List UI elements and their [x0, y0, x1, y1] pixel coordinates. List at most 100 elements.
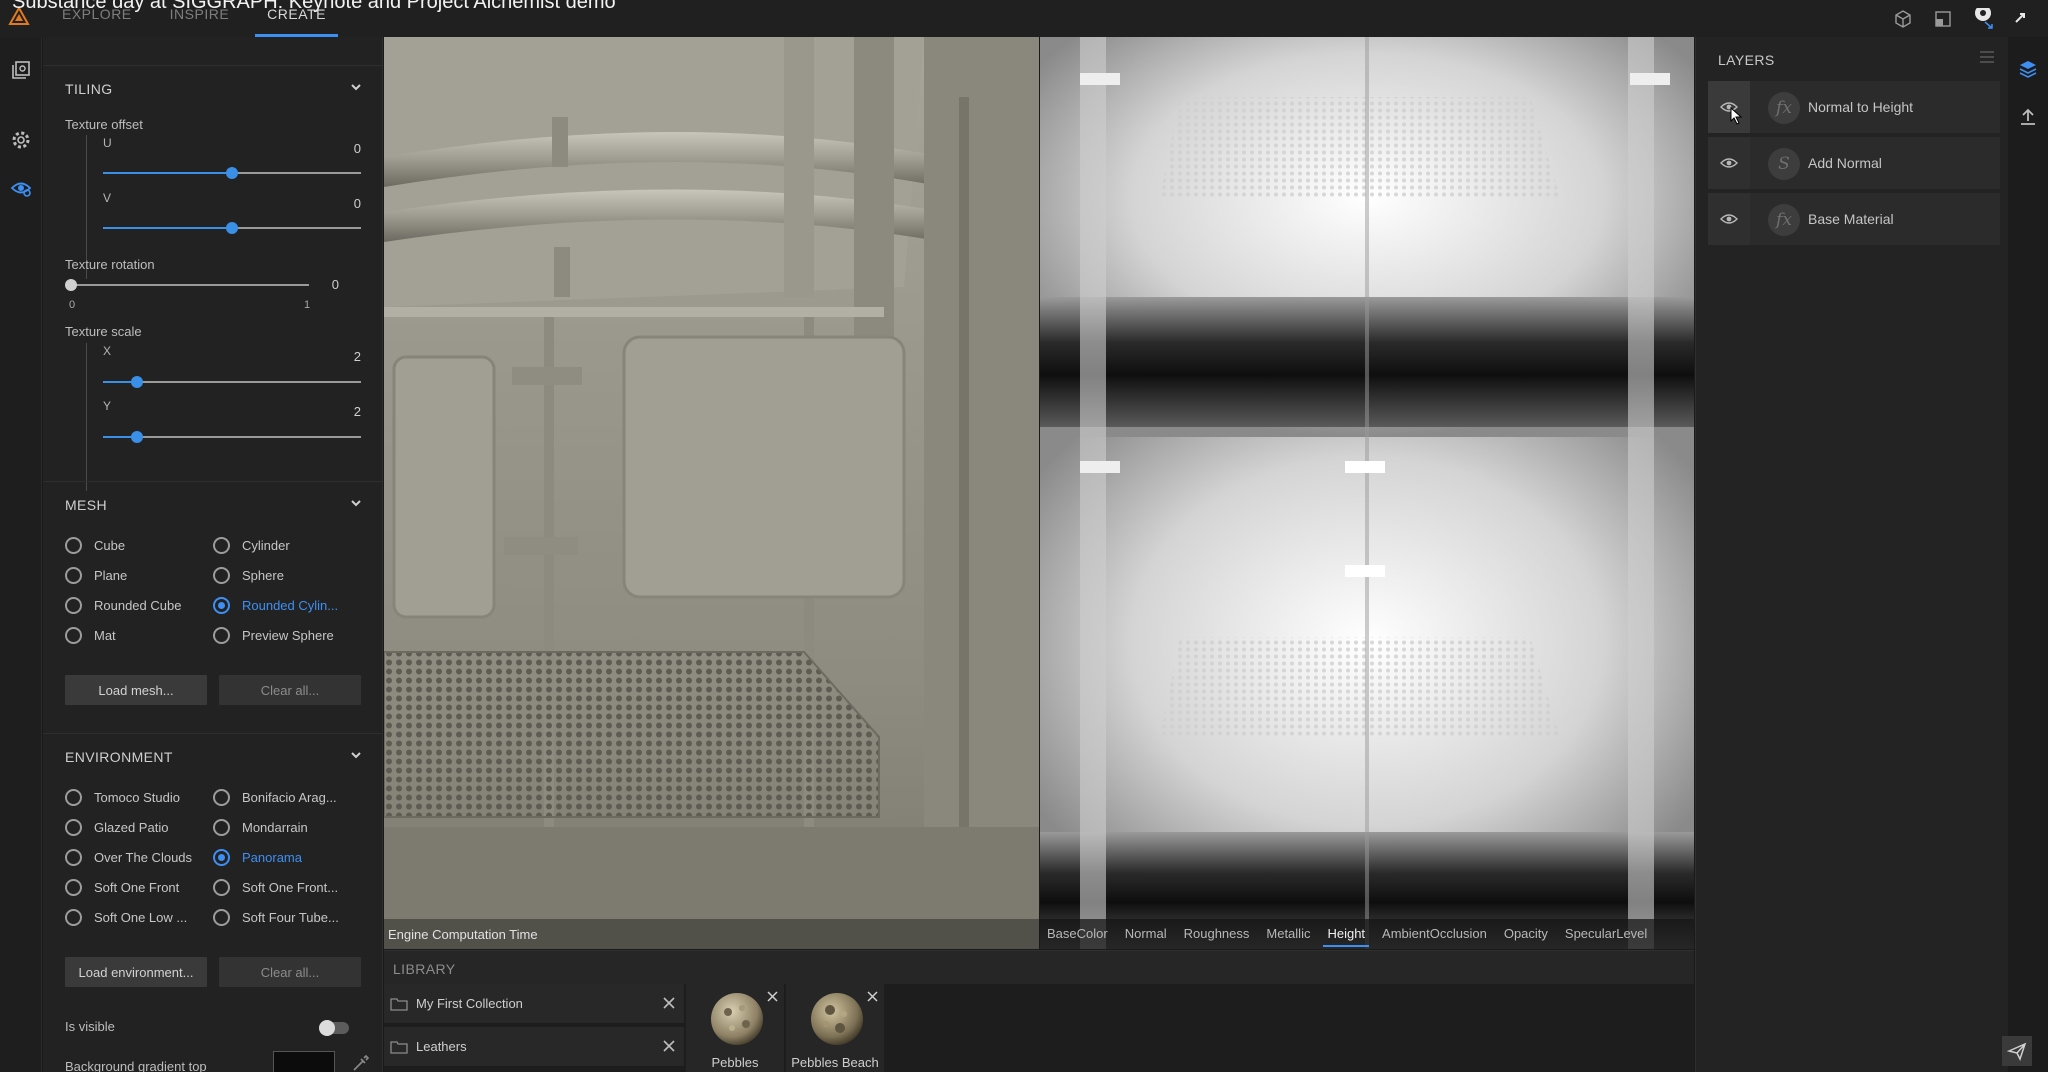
layer-normal-to-height[interactable]: fx Normal to Height: [1708, 81, 2000, 133]
environment-radio[interactable]: Glazed Patio: [65, 819, 168, 836]
environment-section-header[interactable]: ENVIRONMENT: [43, 733, 383, 777]
export-icon[interactable]: [2018, 107, 2038, 127]
channel-normal[interactable]: Normal: [1125, 919, 1167, 949]
share-icon[interactable]: [2012, 8, 2034, 30]
chevron-down-icon[interactable]: [349, 80, 363, 94]
mesh-radio[interactable]: Cylinder: [213, 537, 290, 554]
material-pebbles[interactable]: Pebbles: [686, 984, 784, 1072]
radio-button-icon[interactable]: [213, 879, 230, 896]
send-feedback-button[interactable]: [2002, 1036, 2032, 1066]
environment-radio[interactable]: Soft Four Tube...: [213, 909, 339, 926]
eye-icon[interactable]: [1720, 157, 1738, 169]
mesh-radio[interactable]: Sphere: [213, 567, 284, 584]
scale-x-slider[interactable]: [103, 374, 361, 390]
offset-u-value[interactable]: 0: [331, 141, 361, 156]
gradient-top-swatch[interactable]: [273, 1051, 335, 1072]
scale-y-value[interactable]: 2: [331, 404, 361, 419]
mesh-radio[interactable]: Cube: [65, 537, 125, 554]
radio-button-icon[interactable]: [65, 627, 82, 644]
radio-button-icon[interactable]: [65, 879, 82, 896]
radio-button-icon[interactable]: [213, 597, 230, 614]
offset-v-label: V: [103, 191, 112, 205]
channel-opacity[interactable]: Opacity: [1504, 919, 1548, 949]
close-icon[interactable]: [866, 990, 879, 1003]
mouse-cursor-icon: [1730, 107, 1743, 125]
eyedropper-icon[interactable]: [351, 1053, 371, 1072]
scale-x-value[interactable]: 2: [331, 349, 361, 364]
channel-ambientocclusion[interactable]: AmbientOcclusion: [1382, 919, 1487, 949]
radio-button-icon[interactable]: [65, 597, 82, 614]
environment-radio[interactable]: Tomoco Studio: [65, 789, 180, 806]
environment-radio[interactable]: Mondarrain: [213, 819, 308, 836]
layout-icon[interactable]: [1932, 8, 1954, 30]
layer-add-normal[interactable]: S Add Normal: [1708, 137, 2000, 189]
tab-create[interactable]: CREATE: [255, 0, 338, 37]
menu-icon[interactable]: [1978, 50, 1996, 64]
offset-v-slider[interactable]: [103, 220, 361, 236]
visibility-toggle[interactable]: [1708, 193, 1750, 245]
radio-button-icon[interactable]: [213, 849, 230, 866]
channel-metallic[interactable]: Metallic: [1266, 919, 1310, 949]
avatar-icon[interactable]: [1972, 7, 1994, 30]
mesh-radio[interactable]: Rounded Cube: [65, 597, 181, 614]
viewport-3d[interactable]: Engine Computation Time: [384, 37, 1039, 949]
radio-button-icon[interactable]: [213, 627, 230, 644]
offset-u-slider[interactable]: [103, 165, 361, 181]
material-pebbles-beach[interactable]: Pebbles Beach: [786, 984, 884, 1072]
collection-item[interactable]: Leathers: [384, 1027, 684, 1067]
mesh-section-header[interactable]: MESH: [43, 481, 383, 525]
layer-base-material[interactable]: fx Base Material: [1708, 193, 2000, 245]
tab-inspire[interactable]: INSPIRE: [170, 0, 230, 37]
radio-button-icon[interactable]: [213, 537, 230, 554]
clear-mesh-button[interactable]: Clear all...: [219, 675, 361, 705]
radio-button-icon[interactable]: [213, 909, 230, 926]
environment-radio[interactable]: Panorama: [213, 849, 302, 866]
channel-height[interactable]: Height: [1323, 919, 1369, 949]
mesh-radio[interactable]: Preview Sphere: [213, 627, 334, 644]
chevron-down-icon[interactable]: [349, 748, 363, 762]
load-environment-button[interactable]: Load environment...: [65, 957, 207, 987]
radio-button-icon[interactable]: [213, 567, 230, 584]
offset-v-value[interactable]: 0: [331, 196, 361, 211]
channel-specularlevel[interactable]: SpecularLevel: [1565, 919, 1647, 949]
environment-radio[interactable]: Soft One Low ...: [65, 909, 187, 926]
environment-radio[interactable]: Over The Clouds: [65, 849, 192, 866]
clear-environment-button[interactable]: Clear all...: [219, 957, 361, 987]
radio-button-icon[interactable]: [213, 789, 230, 806]
tiling-section-header[interactable]: TILING: [43, 65, 383, 109]
rotation-value[interactable]: 0: [305, 277, 339, 292]
radio-button-icon[interactable]: [65, 537, 82, 554]
view-settings-icon[interactable]: [8, 175, 34, 201]
mesh-radio[interactable]: Rounded Cylin...: [213, 597, 338, 614]
channel-roughness[interactable]: Roughness: [1184, 919, 1250, 949]
close-icon[interactable]: [766, 990, 779, 1003]
collection-item[interactable]: My First Collection: [384, 984, 684, 1024]
radio-button-icon[interactable]: [65, 849, 82, 866]
environment-radio[interactable]: Soft One Front: [65, 879, 179, 896]
close-icon[interactable]: [662, 1039, 676, 1053]
rotation-slider[interactable]: [65, 277, 309, 293]
layers-icon[interactable]: [2018, 59, 2038, 79]
radio-button-icon[interactable]: [65, 819, 82, 836]
cube-icon[interactable]: [1892, 8, 1914, 30]
eye-icon[interactable]: [1720, 213, 1738, 225]
environment-radio[interactable]: Bonifacio Arag...: [213, 789, 337, 806]
channel-basecolor[interactable]: BaseColor: [1047, 919, 1108, 949]
radio-button-icon[interactable]: [65, 567, 82, 584]
radio-button-icon[interactable]: [213, 819, 230, 836]
chevron-down-icon[interactable]: [349, 496, 363, 510]
library-icon[interactable]: [8, 57, 34, 83]
close-icon[interactable]: [662, 996, 676, 1010]
mesh-radio[interactable]: Plane: [65, 567, 127, 584]
radio-button-icon[interactable]: [65, 909, 82, 926]
visibility-toggle[interactable]: [1708, 137, 1750, 189]
environment-radio[interactable]: Soft One Front...: [213, 879, 338, 896]
radio-button-icon[interactable]: [65, 789, 82, 806]
settings-icon[interactable]: [8, 127, 34, 153]
is-visible-toggle[interactable]: [319, 1020, 349, 1036]
scale-y-slider[interactable]: [103, 429, 361, 445]
mesh-radio[interactable]: Mat: [65, 627, 116, 644]
viewport-2d[interactable]: BaseColor Normal Roughness Metallic Heig…: [1040, 37, 1694, 949]
tab-explore[interactable]: EXPLORE: [62, 0, 132, 37]
load-mesh-button[interactable]: Load mesh...: [65, 675, 207, 705]
